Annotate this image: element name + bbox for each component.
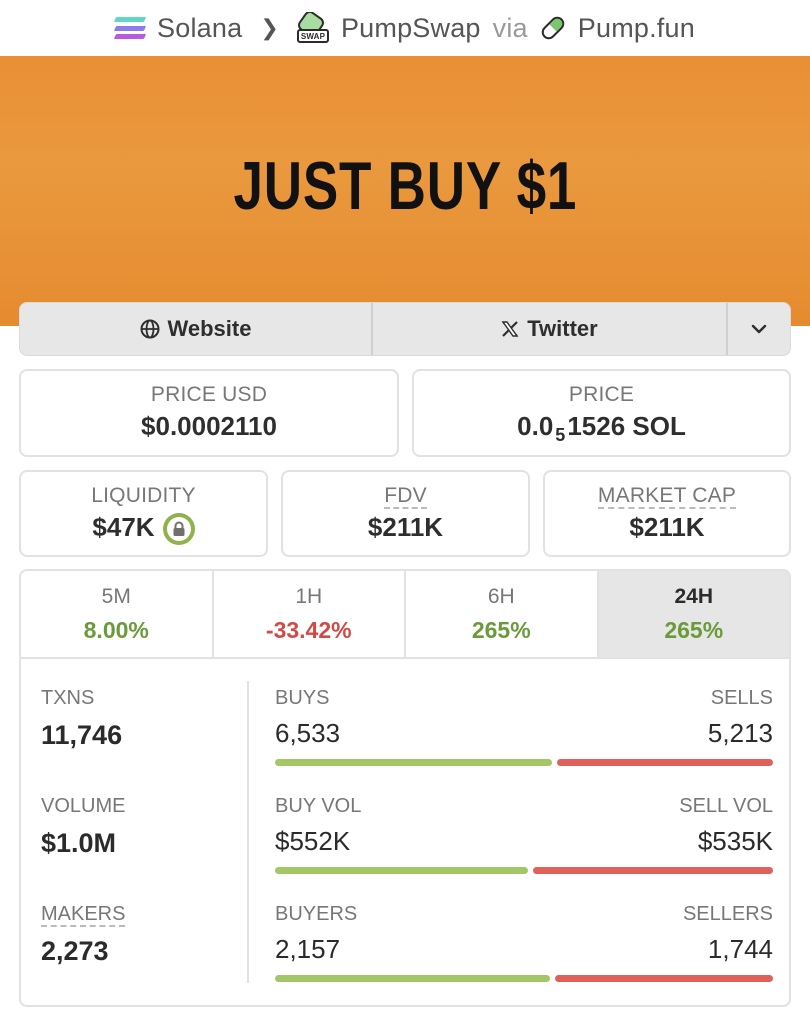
fdv-value: $211K — [367, 512, 444, 542]
sellers-label: SELLERS — [682, 903, 773, 925]
buyers-bar-fill — [275, 975, 551, 982]
volume-stat: VOLUME $1.0M — [41, 795, 125, 859]
breadcrumb: Solana ❯ SWAP PumpSwap via Pump.fun — [0, 0, 810, 56]
buy-vol-label: BUY VOL — [275, 795, 362, 817]
makers-stat: MAKERS 2,273 — [41, 903, 126, 967]
buy-vol-value: $552K — [275, 826, 351, 856]
buy-vol-bar-fill — [275, 867, 528, 874]
price-native-digits: 1526 — [567, 411, 626, 441]
txns-stat: TXNS 11,746 — [41, 687, 122, 751]
volume-value: $1.0M — [41, 828, 117, 858]
sell-vol-label: SELL VOL — [679, 795, 773, 817]
buy-sell-vol-bar — [275, 867, 773, 874]
liquidity-label: LIQUIDITY — [91, 484, 196, 507]
buys-value: 6,533 — [275, 718, 341, 748]
price-native-unit: SOL — [632, 411, 686, 441]
lock-icon[interactable] — [162, 513, 195, 546]
tab-1h-change: -33.42% — [265, 617, 352, 643]
txns-value: 11,746 — [41, 720, 123, 750]
market-cap-box: MARKET CAP $211K — [543, 470, 791, 557]
sells-bar-fill — [556, 759, 773, 766]
tab-24h-change: 265% — [664, 617, 724, 643]
tab-5m-label: 5M — [101, 585, 131, 608]
token-banner: JUST BUY $1 — [0, 56, 810, 326]
buyers-value: 2,157 — [275, 934, 341, 964]
price-usd-box: PRICE USD $0.0002110 — [19, 369, 399, 457]
market-cap-label[interactable]: MARKET CAP — [597, 484, 737, 509]
buyers-sellers-row: BUYERS SELLERS 2,157 1,744 — [275, 903, 773, 982]
liquidity-value-row: $47K — [21, 512, 266, 546]
tab-6h-label: 6H — [487, 585, 515, 608]
twitter-label: Twitter — [527, 316, 598, 341]
price-native-box: PRICE 0.0 51526 SOL — [412, 369, 791, 457]
pumpswap-icon: SWAP — [296, 12, 329, 43]
market-cap-value: $211K — [629, 512, 705, 542]
fdv-label[interactable]: FDV — [384, 484, 427, 509]
pumpfun-pill-icon — [541, 16, 565, 40]
price-native-zeros: 5 — [555, 425, 566, 445]
buy-sell-vol-row: BUY VOL SELL VOL $552K $535K — [275, 795, 773, 874]
tab-24h-label: 24H — [674, 585, 714, 608]
stats-divider — [247, 681, 249, 983]
tab-6h-change: 265% — [471, 617, 531, 643]
buys-sells-row: BUYS SELLS 6,533 5,213 — [275, 687, 773, 766]
stats-panel: TXNS 11,746 VOLUME $1.0M MAKERS 2,273 BU… — [19, 657, 791, 1007]
txns-label: TXNS — [41, 687, 95, 709]
twitter-button[interactable]: Twitter — [373, 303, 728, 355]
liquidity-value: $47K — [92, 512, 155, 542]
fdv-box: FDV $211K — [281, 470, 530, 557]
swap-icon-text: SWAP — [301, 32, 326, 41]
buyers-sellers-bar — [275, 975, 773, 982]
buys-sells-bar — [275, 759, 773, 766]
more-links-button[interactable] — [728, 303, 790, 355]
buyers-label: BUYERS — [275, 903, 358, 925]
solana-icon — [113, 17, 147, 39]
buys-label: BUYS — [275, 687, 330, 709]
tab-1h[interactable]: 1H -33.42% — [214, 571, 406, 657]
makers-label[interactable]: MAKERS — [41, 903, 126, 927]
website-label: Website — [167, 316, 252, 341]
chevron-right-icon: ❯ — [260, 15, 279, 40]
breadcrumb-via: via — [492, 12, 528, 43]
period-tabs: 5M 8.00% 1H -33.42% 6H 265% 24H 265% — [19, 569, 791, 659]
breadcrumb-dex[interactable]: PumpSwap — [341, 13, 481, 44]
buys-bar-fill — [275, 759, 552, 766]
chevron-down-icon — [751, 324, 767, 334]
liquidity-box: LIQUIDITY $47K — [19, 470, 268, 557]
tab-24h[interactable]: 24H 265% — [598, 571, 789, 657]
sellers-bar-fill — [555, 975, 773, 982]
sellers-value: 1,744 — [707, 934, 773, 964]
tab-5m[interactable]: 5M 8.00% — [21, 571, 214, 657]
links-bar: Website Twitter — [19, 302, 791, 356]
price-native-value: 0.0 51526 SOL — [414, 411, 789, 446]
price-native-label: PRICE — [568, 383, 635, 406]
sells-label: SELLS — [710, 687, 773, 709]
globe-icon — [140, 319, 160, 339]
tab-6h[interactable]: 6H 265% — [406, 571, 599, 657]
tab-1h-label: 1H — [295, 585, 323, 608]
volume-label: VOLUME — [41, 795, 126, 817]
breadcrumb-chain[interactable]: Solana — [157, 13, 242, 44]
banner-text: JUST BUY $1 — [233, 148, 577, 224]
website-button[interactable]: Website — [20, 303, 373, 355]
sells-value: 5,213 — [707, 718, 773, 748]
makers-value: 2,273 — [41, 936, 109, 966]
sell-vol-value: $535K — [697, 826, 773, 856]
breadcrumb-launchpad[interactable]: Pump.fun — [578, 13, 695, 44]
price-usd-label: PRICE USD — [150, 383, 268, 406]
tab-5m-change: 8.00% — [83, 617, 149, 643]
x-logo-icon — [501, 321, 519, 337]
price-native-prefix: 0.0 — [517, 411, 554, 441]
price-usd-value: $0.0002110 — [141, 411, 277, 441]
sell-vol-bar-fill — [532, 867, 773, 874]
